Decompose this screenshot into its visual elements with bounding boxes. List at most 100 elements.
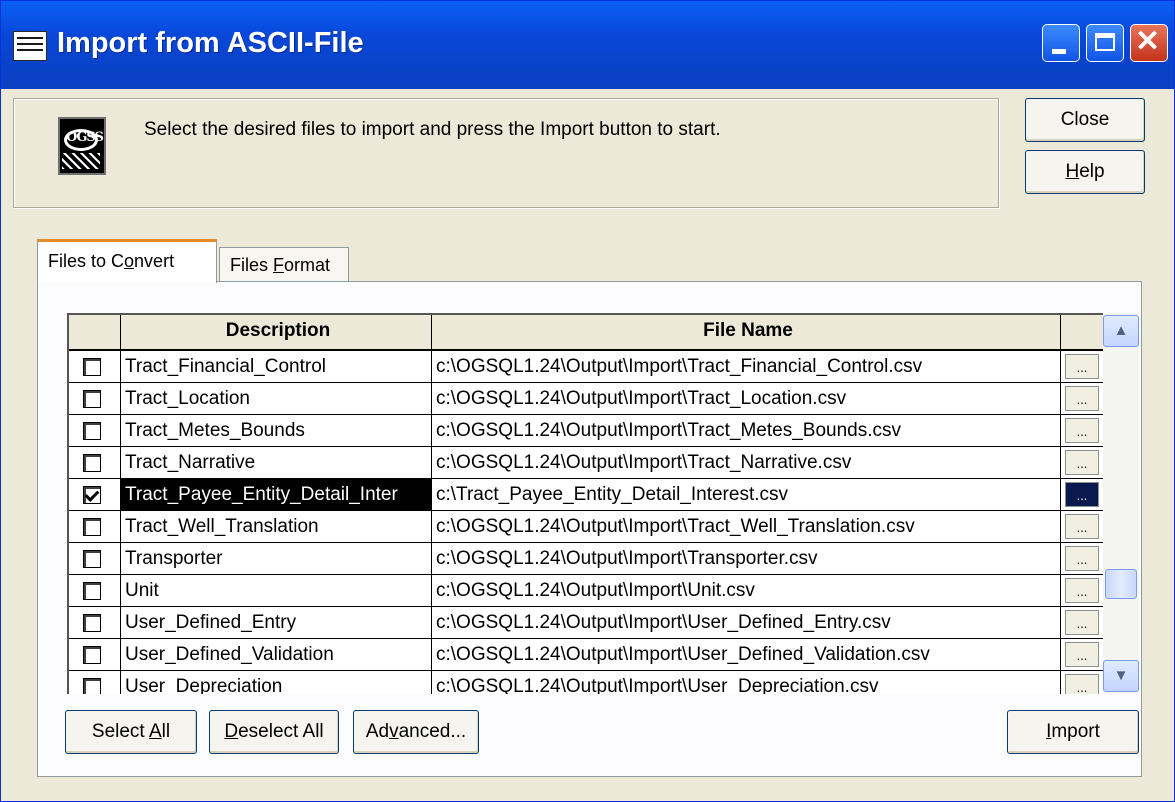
row-file-name[interactable]: c:\OGSQL1.24\Output\Import\Tract_Narrati…: [432, 447, 1061, 479]
row-description[interactable]: User_Defined_Validation: [121, 639, 432, 671]
browse-button[interactable]: ...: [1065, 514, 1099, 539]
row-file-name[interactable]: c:\OGSQL1.24\Output\Import\Unit.csv: [432, 575, 1061, 607]
row-file-name[interactable]: c:\OGSQL1.24\Output\Import\Tract_Metes_B…: [432, 415, 1061, 447]
row-file-name[interactable]: c:\OGSQL1.24\Output\Import\Tract_Financi…: [432, 351, 1061, 383]
row-file-name[interactable]: c:\OGSQL1.24\Output\Import\User_Deprecia…: [432, 671, 1061, 694]
row-browse-cell: ...: [1061, 447, 1103, 479]
title-bar[interactable]: Import from ASCII-File ✕: [1, 1, 1174, 89]
row-checkbox[interactable]: [83, 550, 101, 568]
row-browse-cell: ...: [1061, 351, 1103, 383]
row-file-name[interactable]: c:\OGSQL1.24\Output\Import\User_Defined_…: [432, 607, 1061, 639]
row-description[interactable]: Tract_Location: [121, 383, 432, 415]
maximize-button[interactable]: [1086, 24, 1124, 62]
row-browse-cell: ...: [1061, 639, 1103, 671]
browse-button[interactable]: ...: [1065, 674, 1099, 694]
table-row[interactable]: Tract_Financial_Control c:\OGSQL1.24\Outp…: [69, 351, 1103, 383]
maximize-icon: [1095, 33, 1115, 51]
row-checkbox-cell: [69, 415, 121, 447]
row-checkbox[interactable]: [83, 422, 101, 440]
row-description[interactable]: Tract_Payee_Entity_Detail_Inter: [121, 479, 432, 511]
row-checkbox[interactable]: [83, 358, 101, 376]
browse-button[interactable]: ...: [1065, 418, 1099, 443]
row-description[interactable]: Transporter: [121, 543, 432, 575]
header-browse: [1061, 315, 1103, 351]
row-checkbox[interactable]: [83, 614, 101, 632]
row-checkbox-cell: [69, 351, 121, 383]
browse-button[interactable]: ...: [1065, 610, 1099, 635]
table-header: Description File Name: [69, 315, 1103, 351]
row-checkbox[interactable]: [83, 486, 101, 504]
row-browse-cell: ...: [1061, 607, 1103, 639]
header-description[interactable]: Description: [121, 315, 432, 351]
row-browse-cell: ...: [1061, 543, 1103, 575]
row-file-name[interactable]: c:\OGSQL1.24\Output\Import\User_Defined_…: [432, 639, 1061, 671]
minimize-button[interactable]: [1042, 24, 1080, 62]
row-description[interactable]: User_Defined_Entry: [121, 607, 432, 639]
row-checkbox-cell: [69, 607, 121, 639]
browse-button[interactable]: ...: [1065, 482, 1099, 507]
row-checkbox[interactable]: [83, 582, 101, 600]
row-browse-cell: ...: [1061, 383, 1103, 415]
row-checkbox-cell: [69, 383, 121, 415]
row-checkbox-cell: [69, 479, 121, 511]
row-description[interactable]: Unit: [121, 575, 432, 607]
row-description[interactable]: Tract_Well_Translation: [121, 511, 432, 543]
files-table: Description File Name Tract_Financial_Co…: [67, 313, 1103, 694]
row-file-name[interactable]: c:\Tract_Payee_Entity_Detail_Interest.cs…: [432, 479, 1061, 511]
table-row[interactable]: User_Defined_Entry c:\OGSQL1.24\Output\Im…: [69, 607, 1103, 639]
table-row[interactable]: User_Defined_Validation c:\OGSQL1.24\Outp…: [69, 639, 1103, 671]
scroll-up-button[interactable]: ▲: [1103, 315, 1139, 347]
row-checkbox[interactable]: [83, 518, 101, 536]
row-checkbox-cell: [69, 575, 121, 607]
import-button[interactable]: Import: [1007, 710, 1139, 754]
scroll-down-button[interactable]: ▼: [1103, 660, 1139, 692]
row-checkbox-cell: [69, 639, 121, 671]
row-browse-cell: ...: [1061, 671, 1103, 694]
table-row[interactable]: Unit c:\OGSQL1.24\Output\Import\Unit.csv.…: [69, 575, 1103, 607]
table-row[interactable]: Tract_Well_Translation c:\OGSQL1.24\Outpu…: [69, 511, 1103, 543]
tab-files-to-convert[interactable]: Files to Convert: [37, 239, 217, 283]
row-checkbox[interactable]: [83, 454, 101, 472]
close-button[interactable]: Close: [1025, 98, 1145, 142]
close-window-button[interactable]: ✕: [1130, 24, 1168, 62]
row-description[interactable]: User_Depreciation: [121, 671, 432, 694]
app-icon: [13, 31, 47, 61]
browse-button[interactable]: ...: [1065, 578, 1099, 603]
cogss-logo: OGSS: [58, 117, 106, 175]
header-file-name[interactable]: File Name: [432, 315, 1061, 351]
browse-button[interactable]: ...: [1065, 642, 1099, 667]
row-checkbox-cell: [69, 543, 121, 575]
row-browse-cell: ...: [1061, 575, 1103, 607]
tab-files-format[interactable]: Files Format: [219, 247, 349, 283]
row-checkbox[interactable]: [83, 678, 101, 694]
row-checkbox-cell: [69, 447, 121, 479]
table-row[interactable]: Tract_Metes_Bounds c:\OGSQL1.24\Output\Im…: [69, 415, 1103, 447]
browse-button[interactable]: ...: [1065, 354, 1099, 379]
instructions-panel: [13, 98, 999, 208]
minimize-icon: [1052, 49, 1066, 54]
browse-button[interactable]: ...: [1065, 386, 1099, 411]
select-all-button[interactable]: Select All: [65, 710, 197, 754]
table-row[interactable]: User_Depreciation c:\OGSQL1.24\Output\Imp…: [69, 671, 1103, 694]
advanced-button[interactable]: Advanced...: [353, 710, 479, 754]
browse-button[interactable]: ...: [1065, 546, 1099, 571]
row-browse-cell: ...: [1061, 511, 1103, 543]
row-file-name[interactable]: c:\OGSQL1.24\Output\Import\Transporter.c…: [432, 543, 1061, 575]
help-button[interactable]: Help: [1025, 150, 1145, 194]
deselect-all-button[interactable]: Deselect All: [209, 710, 339, 754]
row-description[interactable]: Tract_Metes_Bounds: [121, 415, 432, 447]
table-row[interactable]: Tract_Narrative c:\OGSQL1.24\Output\Impor…: [69, 447, 1103, 479]
row-checkbox[interactable]: [83, 390, 101, 408]
row-description[interactable]: Tract_Financial_Control: [121, 351, 432, 383]
table-row[interactable]: Transporter c:\OGSQL1.24\Output\Import\Tr…: [69, 543, 1103, 575]
browse-button[interactable]: ...: [1065, 450, 1099, 475]
table-row[interactable]: Tract_Location c:\OGSQL1.24\Output\Import…: [69, 383, 1103, 415]
row-file-name[interactable]: c:\OGSQL1.24\Output\Import\Tract_Locatio…: [432, 383, 1061, 415]
table-row[interactable]: Tract_Payee_Entity_Detail_Inter c:\Tract_…: [69, 479, 1103, 511]
vertical-scrollbar[interactable]: ▲ ▼: [1103, 313, 1139, 694]
row-checkbox[interactable]: [83, 646, 101, 664]
scroll-thumb[interactable]: [1105, 569, 1137, 599]
row-checkbox-cell: [69, 671, 121, 694]
row-file-name[interactable]: c:\OGSQL1.24\Output\Import\Tract_Well_Tr…: [432, 511, 1061, 543]
row-description[interactable]: Tract_Narrative: [121, 447, 432, 479]
